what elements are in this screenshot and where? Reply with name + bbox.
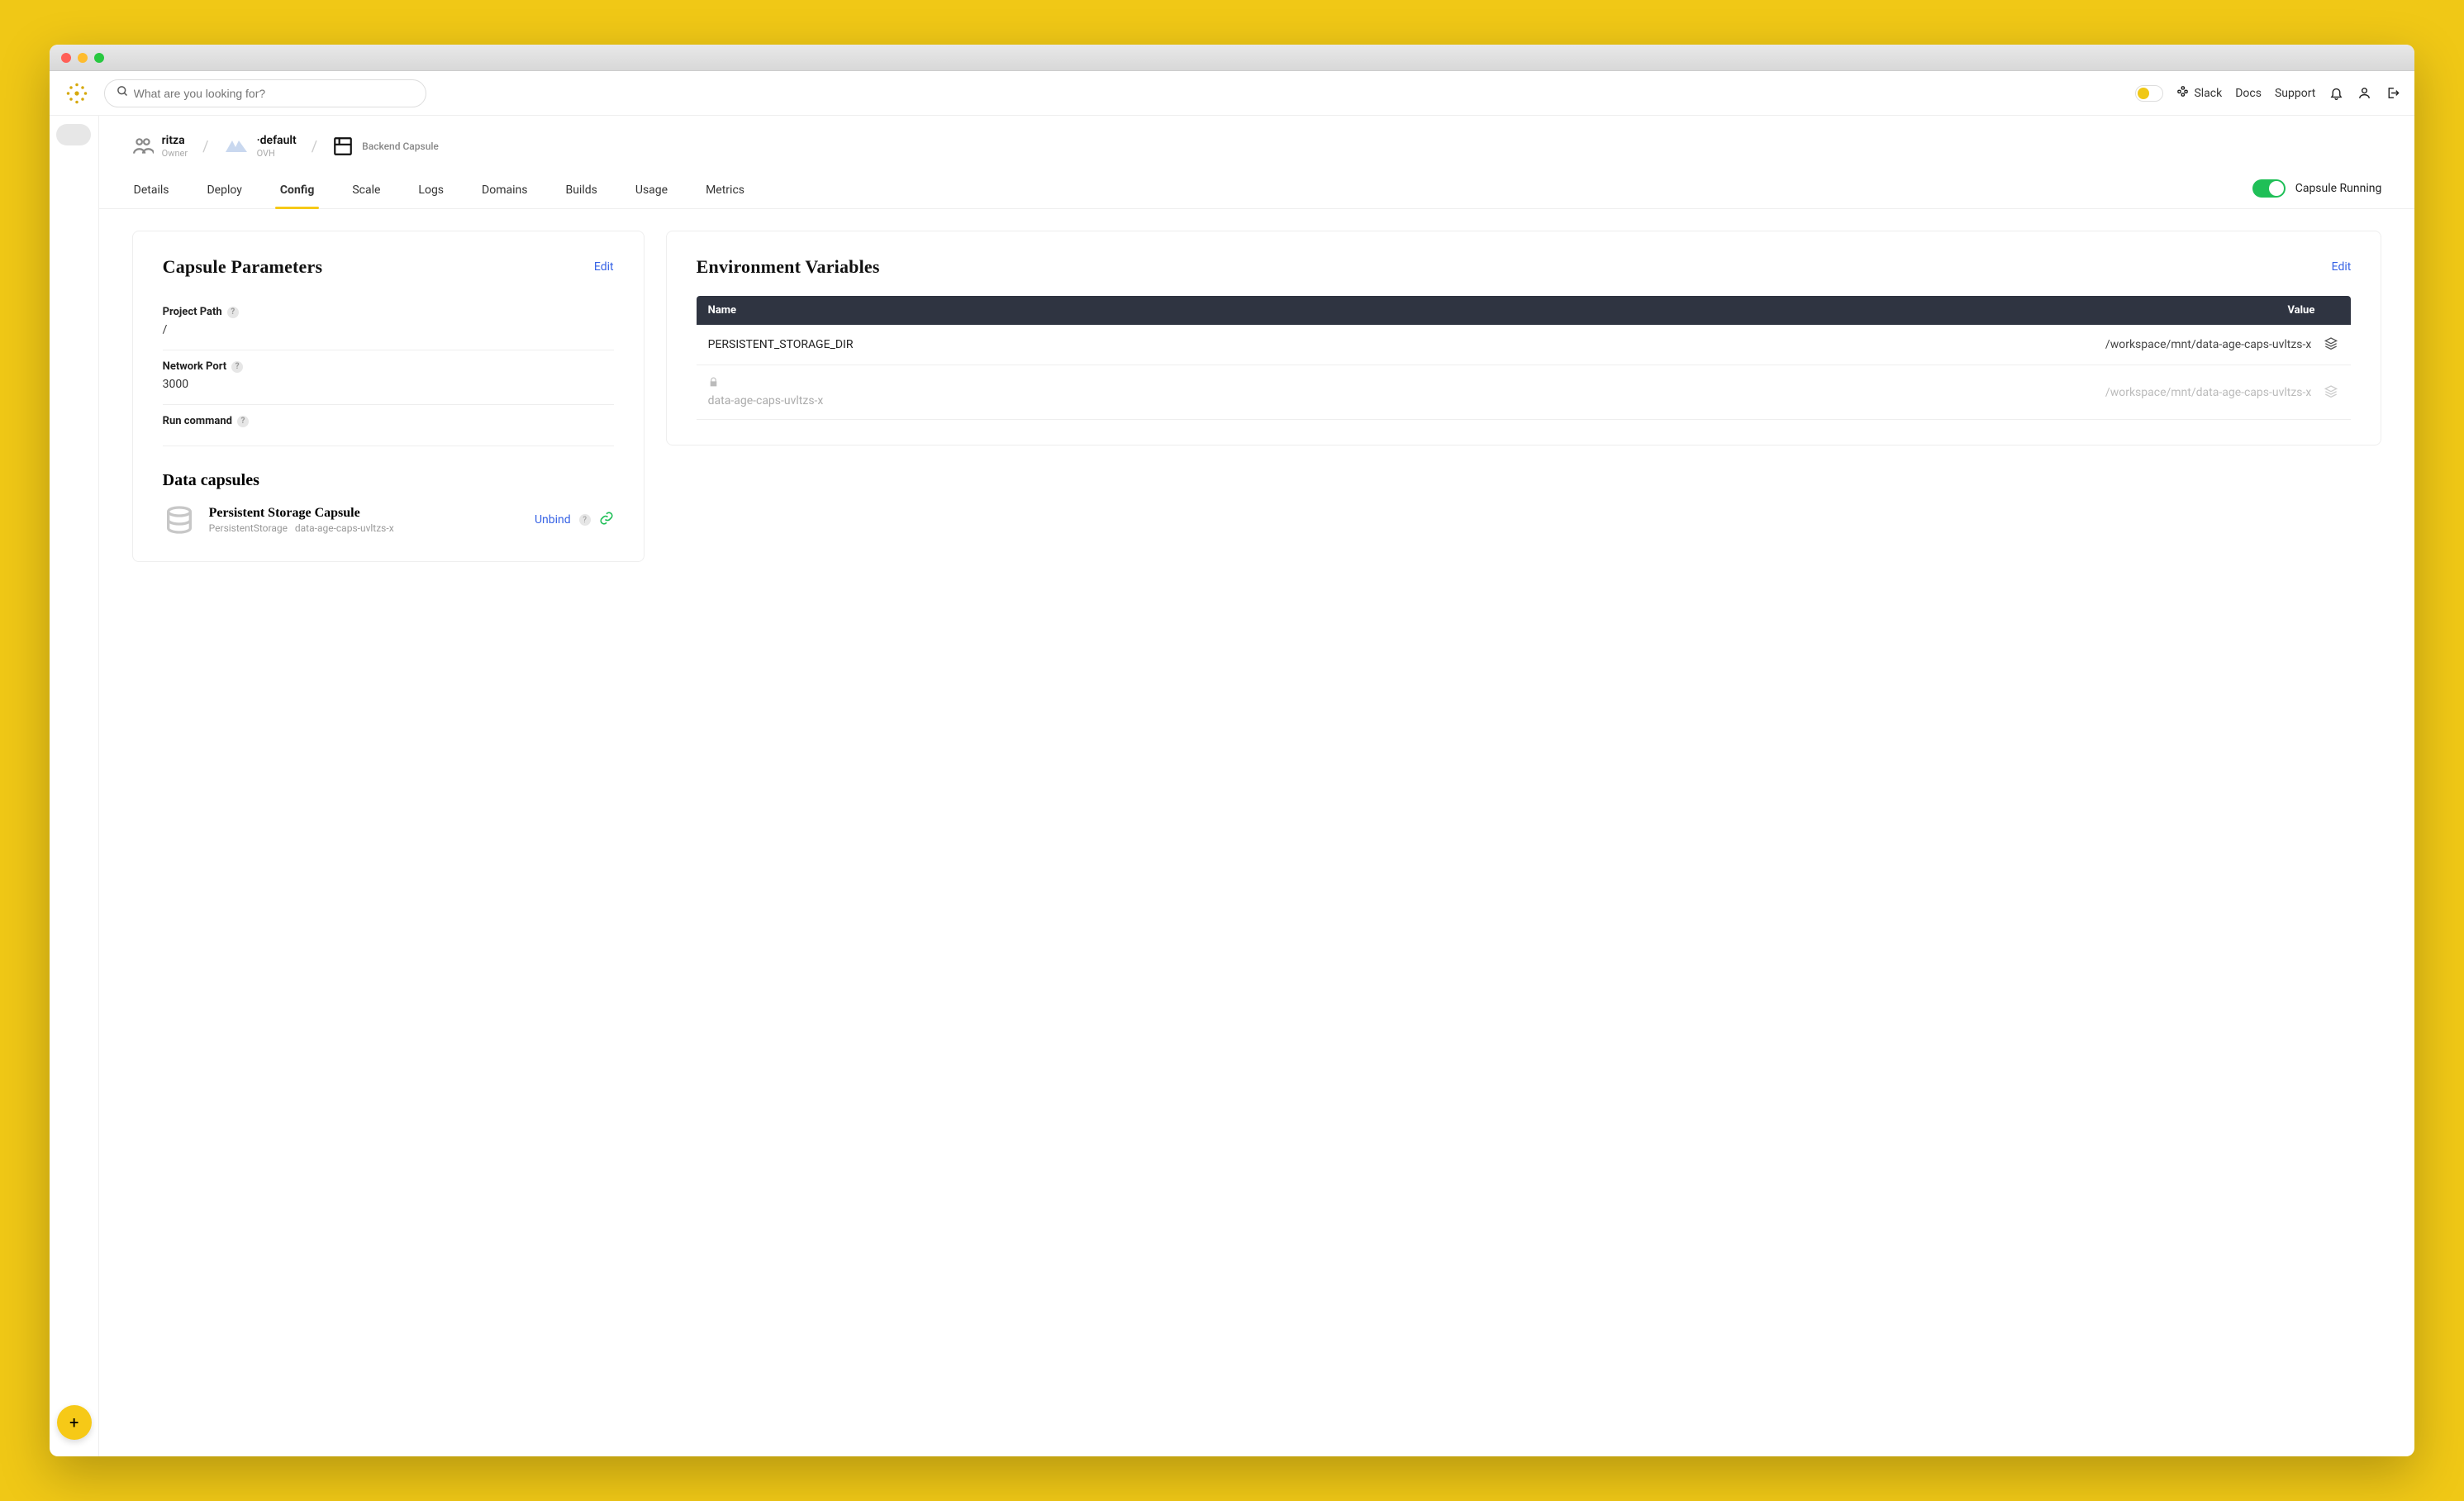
tab-config[interactable]: Config [278, 177, 316, 208]
network-port-field: Network Port ? 3000 [163, 350, 614, 405]
help-icon[interactable]: ? [231, 361, 243, 373]
topbar-right: Slack Docs Support [2135, 85, 2400, 102]
environment-variables-card: Environment Variables Edit Name Value PE… [666, 231, 2382, 446]
tab-deploy[interactable]: Deploy [205, 177, 243, 208]
tab-builds[interactable]: Builds [564, 177, 598, 208]
bell-icon[interactable] [2328, 86, 2343, 101]
support-link[interactable]: Support [2275, 87, 2315, 100]
env-col-name: Name [708, 304, 1511, 317]
sidebar: + [50, 116, 99, 1456]
maximize-window-button[interactable] [94, 53, 104, 63]
capsule-parameters-card: Capsule Parameters Edit Project Path ? /… [132, 231, 645, 562]
theme-toggle[interactable] [2135, 85, 2163, 102]
network-port-value: 3000 [163, 378, 614, 391]
main-content: ritza Owner / ·default OVH / [99, 116, 2415, 1456]
tab-details[interactable]: Details [132, 177, 171, 208]
org-icon [132, 136, 154, 157]
breadcrumb-sep: / [202, 138, 208, 155]
capsule-icon [332, 136, 354, 157]
layers-icon[interactable] [2324, 384, 2339, 401]
mac-titlebar [50, 45, 2415, 71]
slack-link[interactable]: Slack [2176, 85, 2222, 101]
slack-icon [2176, 85, 2189, 101]
minimize-window-button[interactable] [78, 53, 88, 63]
env-title: Environment Variables [697, 256, 880, 278]
project-path-label: Project Path [163, 306, 222, 318]
breadcrumb-sep: / [312, 138, 317, 155]
tab-scale[interactable]: Scale [350, 177, 382, 208]
close-window-button[interactable] [61, 53, 71, 63]
env-table-header: Name Value [697, 296, 2352, 325]
breadcrumb: ritza Owner / ·default OVH / [99, 116, 2415, 169]
search-icon [117, 85, 129, 101]
breadcrumb-org[interactable]: ritza Owner [132, 134, 188, 159]
tab-domains[interactable]: Domains [480, 177, 529, 208]
search-box[interactable] [104, 79, 426, 107]
capsule-running-toggle[interactable] [2252, 179, 2286, 198]
layers-icon[interactable] [2324, 336, 2339, 353]
slack-label: Slack [2194, 87, 2222, 100]
docs-link[interactable]: Docs [2235, 87, 2262, 100]
data-capsules-title: Data capsules [163, 471, 614, 490]
search-input[interactable] [134, 87, 414, 100]
data-capsule-title: Persistent Storage Capsule [209, 506, 521, 521]
run-command-label: Run command [163, 415, 232, 427]
run-command-field: Run command ? [163, 405, 614, 446]
sidebar-collapsed-item[interactable] [56, 124, 91, 145]
env-row[interactable]: data-age-caps-uvltzs-x /workspace/mnt/da… [697, 365, 2352, 420]
breadcrumb-org-name: ritza [162, 134, 188, 148]
breadcrumb-org-role: Owner [162, 148, 188, 159]
breadcrumb-provider-name: ·default [257, 134, 297, 148]
lock-icon [708, 377, 720, 391]
breadcrumb-provider[interactable]: ·default OVH [224, 134, 297, 159]
env-var-name: data-age-caps-uvltzs-x [708, 394, 1506, 407]
env-var-value: /workspace/mnt/data-age-caps-uvltzs-x [1513, 386, 2311, 399]
topbar: Slack Docs Support [50, 71, 2415, 116]
help-icon[interactable]: ? [227, 307, 239, 318]
user-icon[interactable] [2357, 86, 2371, 101]
brand-logo[interactable] [64, 81, 89, 106]
edit-env-link[interactable]: Edit [2332, 260, 2352, 274]
help-icon[interactable]: ? [237, 416, 249, 427]
env-table: Name Value PERSISTENT_STORAGE_DIR /works… [697, 296, 2352, 420]
app-window: Slack Docs Support + [50, 45, 2415, 1456]
env-var-name: PERSISTENT_STORAGE_DIR [708, 338, 1506, 351]
tab-metrics[interactable]: Metrics [704, 177, 746, 208]
project-path-field: Project Path ? / [163, 296, 614, 350]
env-var-value: /workspace/mnt/data-age-caps-uvltzs-x [1513, 338, 2311, 351]
breadcrumb-capsule-name: Backend Capsule [362, 141, 439, 152]
project-path-value: / [163, 323, 614, 336]
add-button[interactable]: + [57, 1405, 92, 1440]
provider-icon [224, 137, 249, 155]
capsule-parameters-title: Capsule Parameters [163, 256, 323, 278]
data-capsule-id: data-age-caps-uvltzs-x [295, 522, 394, 534]
data-capsule-type: PersistentStorage [209, 522, 288, 534]
unbind-link[interactable]: Unbind [535, 513, 571, 527]
tab-logs[interactable]: Logs [416, 177, 445, 208]
help-icon[interactable]: ? [579, 514, 591, 526]
breadcrumb-capsule[interactable]: Backend Capsule [332, 136, 439, 157]
logout-icon[interactable] [2385, 86, 2400, 101]
tab-usage[interactable]: Usage [634, 177, 669, 208]
edit-parameters-link[interactable]: Edit [594, 260, 614, 274]
capsule-status-label: Capsule Running [2295, 182, 2382, 195]
breadcrumb-provider-sub: OVH [257, 148, 297, 159]
tabs: Details Deploy Config Scale Logs Domains… [99, 169, 2415, 209]
link-icon [599, 511, 614, 529]
data-capsule-item: Persistent Storage Capsule PersistentSto… [163, 503, 614, 536]
env-col-value: Value [1511, 304, 2339, 317]
network-port-label: Network Port [163, 360, 227, 373]
env-row[interactable]: PERSISTENT_STORAGE_DIR /workspace/mnt/da… [697, 325, 2352, 365]
storage-icon [163, 503, 196, 536]
